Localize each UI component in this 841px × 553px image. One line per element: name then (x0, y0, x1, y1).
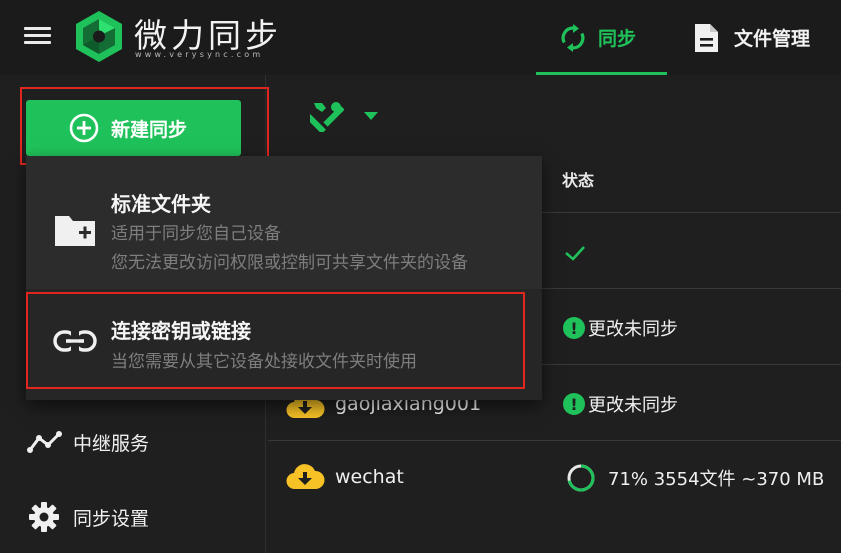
document-icon (692, 22, 720, 54)
progress-ring-icon (567, 464, 595, 492)
folder-add-icon (55, 216, 95, 246)
tab-file-manager[interactable]: 文件管理 (690, 0, 841, 75)
sync-progress-status: 71% 3554文件 ~370 MB (566, 463, 824, 493)
relay-chart-icon (27, 430, 63, 454)
tab-sync-label: 同步 (598, 28, 637, 50)
menu-item-standard-folder[interactable]: 标准文件夹 适用于同步您自己设备 您无法更改访问权限或控制可共享文件夹的设备 (26, 156, 542, 289)
hamburger-menu-icon[interactable] (24, 27, 51, 45)
highlight-frame-connect-link (26, 292, 525, 389)
tab-file-manager-label: 文件管理 (734, 28, 811, 50)
verysync-logo-icon (76, 11, 122, 62)
sidebar-item-relay[interactable]: 中继服务 (0, 416, 266, 468)
sidebar-item-sync-settings-label: 同步设置 (73, 507, 150, 530)
tab-sync[interactable]: 同步 (536, 0, 667, 75)
status-badge: ! 更改未同步 (563, 391, 678, 417)
sidebar-item-sync-settings[interactable]: 同步设置 (0, 491, 266, 543)
top-bar: 微力同步 www.verysync.com 同步 文件管理 (0, 0, 841, 75)
status-badge: ! 更改未同步 (563, 315, 678, 341)
status-column-header: 状态 (562, 171, 595, 190)
tools-icon (310, 102, 344, 132)
warning-icon: ! (563, 393, 585, 415)
folder-name: wechat (335, 466, 404, 488)
warning-icon: ! (563, 317, 585, 339)
highlight-frame-new-sync (20, 87, 269, 165)
chevron-down-icon (364, 112, 378, 120)
gear-icon (27, 500, 63, 534)
cloud-download-icon (286, 464, 325, 490)
check-icon (565, 246, 585, 261)
brand-url: www.verysync.com (135, 50, 264, 59)
sidebar-item-relay-label: 中继服务 (73, 432, 150, 455)
tools-menu-button[interactable] (310, 100, 378, 132)
sync-icon (560, 23, 586, 52)
